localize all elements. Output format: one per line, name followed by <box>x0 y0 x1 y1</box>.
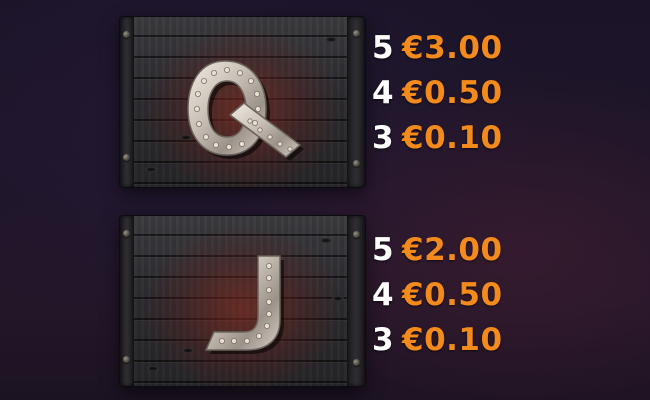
symbol-count: 5 <box>372 30 395 66</box>
payout-row: 4 €0.50 <box>372 73 592 118</box>
payout-amount: €0.50 <box>402 75 503 111</box>
payout-amount: €0.10 <box>402 120 503 156</box>
symbol-count: 4 <box>372 277 395 313</box>
letter-j-crate-icon <box>120 216 365 386</box>
payout-row: 3 €0.10 <box>372 320 592 365</box>
symbol-tile-j <box>120 216 365 386</box>
payout-amount: €3.00 <box>402 30 503 66</box>
paytable-j: 5 €2.00 4 €0.50 3 €0.10 <box>372 230 592 365</box>
payout-row: 3 €0.10 <box>372 118 592 163</box>
symbol-tile-q <box>120 17 365 187</box>
payout-row: 4 €0.50 <box>372 275 592 320</box>
payout-amount: €2.00 <box>402 232 503 268</box>
symbol-count: 5 <box>372 232 395 268</box>
paytable-q: 5 €3.00 4 €0.50 3 €0.10 <box>372 28 592 163</box>
letter-q-crate-icon <box>120 17 365 187</box>
payout-row: 5 €2.00 <box>372 230 592 275</box>
symbol-count: 4 <box>372 75 395 111</box>
payout-amount: €0.50 <box>402 277 503 313</box>
symbol-count: 3 <box>372 120 395 156</box>
payout-amount: €0.10 <box>402 322 503 358</box>
symbol-count: 3 <box>372 322 395 358</box>
payout-row: 5 €3.00 <box>372 28 592 73</box>
